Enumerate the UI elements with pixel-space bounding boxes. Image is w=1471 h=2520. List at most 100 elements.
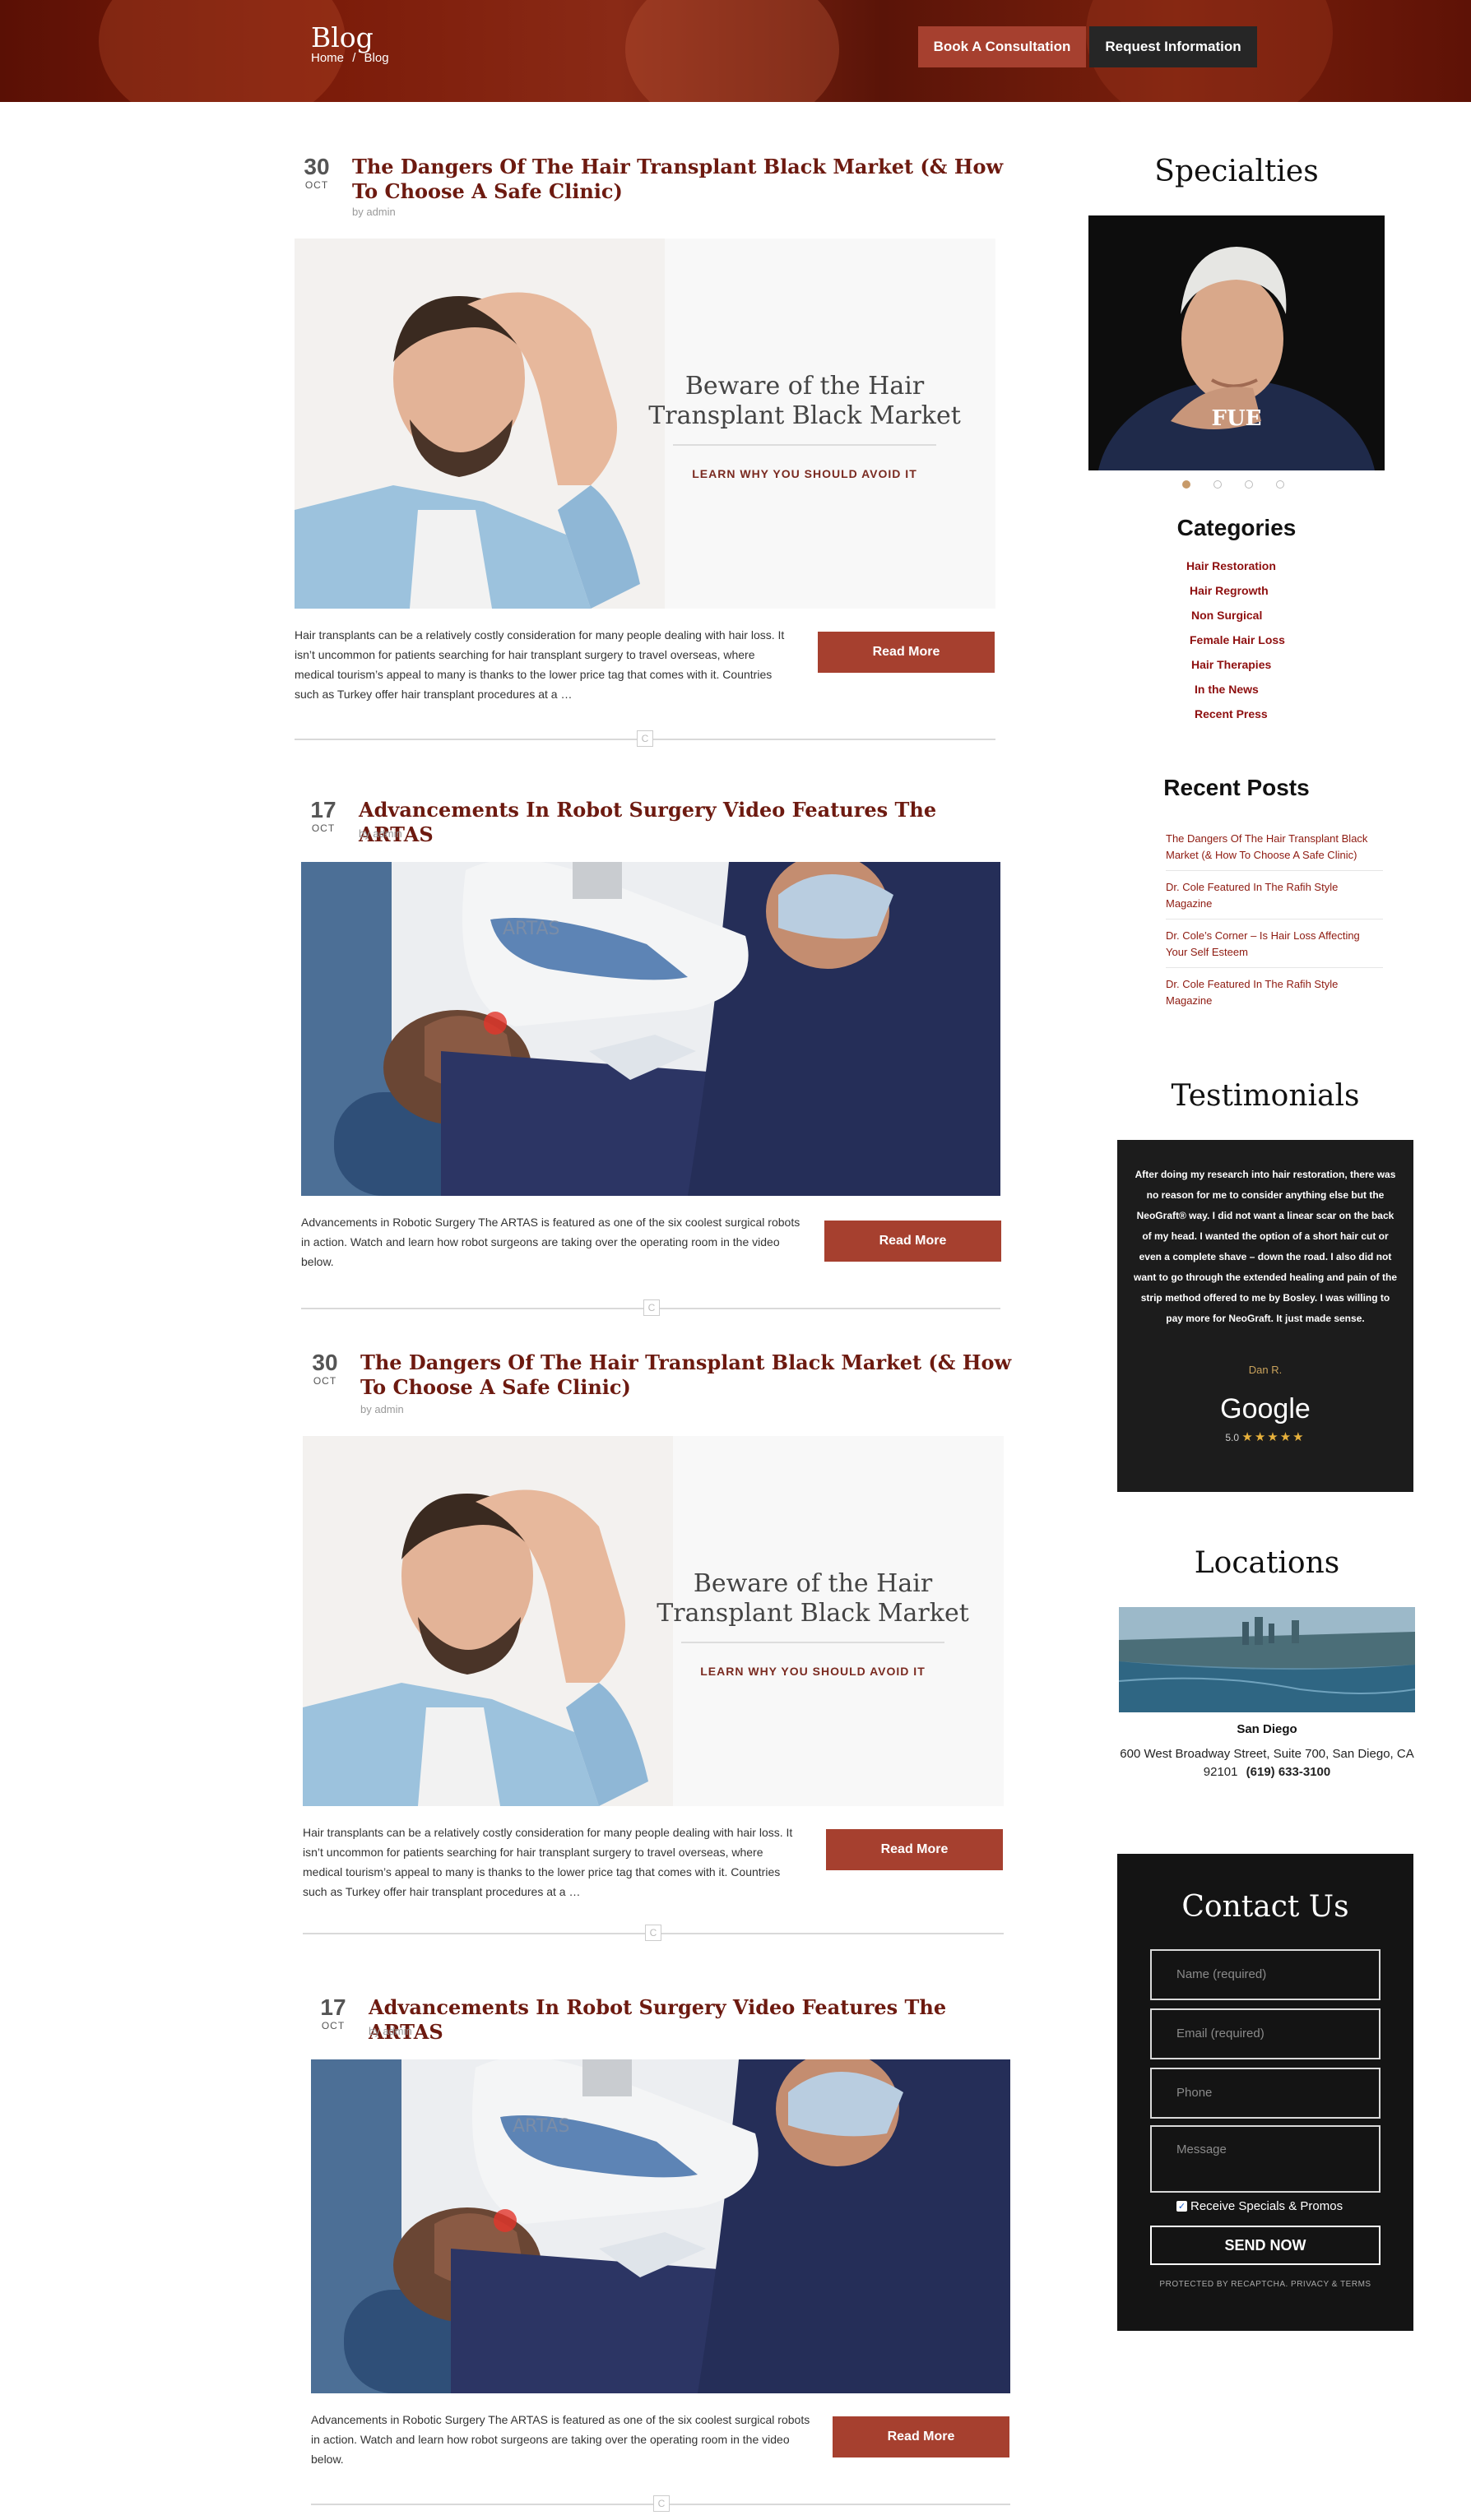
post-title-link[interactable]: The Dangers Of The Hair Transplant Black… [360, 1350, 1019, 1400]
man-touching-hair-illustration [303, 1436, 673, 1806]
artas-brand-label: ARTAS [503, 919, 559, 939]
post-featured-image[interactable]: Beware of the Hair Transplant Black Mark… [295, 239, 995, 609]
category-link[interactable]: In the News [1195, 683, 1382, 707]
read-more-button[interactable]: Read More [824, 1221, 1001, 1262]
post-featured-image[interactable]: Beware of the Hair Transplant Black Mark… [303, 1436, 1004, 1806]
image-divider [673, 444, 936, 446]
google-logo: Google [1220, 1393, 1311, 1424]
post-byline: by admin [369, 2025, 412, 2037]
checkbox-checked-icon[interactable]: ✓ [1176, 2201, 1187, 2212]
testimonial-card[interactable]: After doing my research into hair restor… [1117, 1140, 1413, 1492]
category-link[interactable]: Non Surgical [1191, 609, 1382, 633]
contact-heading: Contact Us [1181, 1890, 1349, 1924]
post-date-day: 17 [310, 797, 336, 822]
name-field[interactable]: Name (required) [1150, 1949, 1381, 2000]
testimonials-heading: Testimonials [1171, 1079, 1360, 1113]
breadcrumb-home-link[interactable]: Home [311, 51, 344, 65]
san-diego-skyline-photo[interactable] [1119, 1607, 1415, 1712]
blog-post: 17 OCT Advancements In Robot Surgery Vid… [301, 798, 1025, 1324]
divider-logo-icon: C [637, 730, 653, 747]
post-title-link[interactable]: The Dangers Of The Hair Transplant Black… [352, 155, 1010, 204]
breadcrumb: Home / Blog [311, 51, 394, 65]
divider-logo-icon: C [653, 2495, 670, 2512]
category-link[interactable]: Hair Regrowth [1190, 584, 1382, 609]
recaptcha-notice: PROTECTED BY RECAPTCHA. PRIVACY & TERMS [1159, 2280, 1371, 2289]
post-title-link[interactable]: Advancements In Robot Surgery Video Feat… [359, 798, 1017, 847]
breadcrumb-separator: / [352, 51, 356, 65]
specials-checkbox-row[interactable]: ✓ Receive Specials & Promos [1176, 2199, 1343, 2213]
artas-robot-surgery-photo: ARTAS [311, 2059, 1010, 2393]
image-headline: Beware of the Hair Transplant Black Mark… [648, 372, 961, 430]
contact-form-panel: Contact Us Name (required) Email (requir… [1117, 1854, 1413, 2331]
post-byline: by admin [360, 1403, 404, 1415]
post-excerpt: Advancements in Robotic Surgery The ARTA… [311, 2413, 810, 2466]
request-information-button[interactable]: Request Information [1089, 26, 1257, 67]
artas-robot-surgery-photo: ARTAS [301, 862, 1000, 1196]
slider-dot[interactable] [1213, 480, 1222, 489]
slider-pagination [1182, 480, 1284, 489]
slider-dot-active[interactable] [1182, 480, 1190, 489]
specialties-heading: Specialties [1154, 155, 1319, 188]
book-consultation-button[interactable]: Book A Consultation [918, 26, 1086, 67]
post-date-month: OCT [304, 179, 329, 191]
page-title: Blog [311, 21, 374, 53]
location-phone-link[interactable]: (619) 633-3100 [1246, 1765, 1331, 1779]
send-now-button[interactable]: SEND NOW [1150, 2226, 1381, 2265]
google-rating: 5.0 ★★★★★ [1117, 1429, 1413, 1444]
divider-logo-icon: C [643, 1299, 660, 1316]
category-link[interactable]: Hair Restoration [1186, 559, 1382, 584]
image-cta: LEARN WHY YOU SHOULD AVOID IT [700, 1665, 926, 1678]
read-more-button[interactable]: Read More [833, 2416, 1009, 2457]
post-date: 30 OCT [295, 154, 339, 192]
post-date-month: OCT [313, 1375, 337, 1387]
image-divider [681, 1642, 944, 1643]
man-touching-hair-illustration [295, 239, 665, 609]
location-address: 600 West Broadway Street, Suite 700, San… [1119, 1745, 1415, 1781]
post-date-day: 30 [312, 1350, 338, 1375]
message-field[interactable]: Message [1150, 2125, 1381, 2193]
category-link[interactable]: Recent Press [1195, 707, 1382, 732]
read-more-button[interactable]: Read More [818, 632, 995, 673]
blog-post: 17 OCT Advancements In Robot Surgery Vid… [311, 1995, 1035, 2518]
specialty-portrait-photo [1088, 215, 1385, 470]
specialties-slider[interactable]: FUE [1088, 215, 1385, 470]
testimonial-quote: After doing my research into hair restor… [1134, 1169, 1397, 1324]
post-date-day: 17 [320, 1994, 346, 2020]
page-header-banner: Blog Home / Blog Book A Consultation Req… [0, 0, 1471, 102]
recent-post-link[interactable]: Dr. Cole’s Corner – Is Hair Loss Affecti… [1166, 924, 1383, 968]
rating-value: 5.0 [1225, 1432, 1240, 1443]
category-link[interactable]: Female Hair Loss [1190, 633, 1382, 658]
post-byline: by admin [352, 206, 396, 218]
categories-heading: Categories [1176, 515, 1297, 540]
post-byline: by admin [359, 827, 402, 840]
checkbox-label: Receive Specials & Promos [1190, 2199, 1343, 2213]
image-cta: LEARN WHY YOU SHOULD AVOID IT [692, 467, 917, 480]
post-date-month: OCT [311, 822, 336, 834]
image-headline: Beware of the Hair Transplant Black Mark… [657, 1569, 969, 1628]
testimonial-author: Dan R. [1248, 1364, 1283, 1376]
slider-dot[interactable] [1276, 480, 1284, 489]
breadcrumb-current: Blog [364, 51, 389, 65]
categories-list: Hair Restoration Hair Regrowth Non Surgi… [1185, 559, 1382, 732]
post-title-link[interactable]: Advancements In Robot Surgery Video Feat… [369, 1995, 1027, 2045]
post-date: 17 OCT [301, 797, 346, 835]
phone-field[interactable]: Phone [1150, 2068, 1381, 2119]
post-date-day: 30 [304, 154, 330, 179]
post-excerpt: Hair transplants can be a relatively cos… [303, 1826, 793, 1898]
recent-posts-list: The Dangers Of The Hair Transplant Black… [1166, 827, 1383, 1021]
post-date: 30 OCT [303, 1350, 347, 1387]
post-excerpt: Hair transplants can be a relatively cos… [295, 628, 785, 701]
category-link[interactable]: Hair Therapies [1191, 658, 1382, 683]
recent-post-link[interactable]: The Dangers Of The Hair Transplant Black… [1166, 827, 1383, 871]
post-excerpt: Advancements in Robotic Surgery The ARTA… [301, 1216, 800, 1268]
blog-post: 30 OCT The Dangers Of The Hair Transplan… [303, 1350, 1027, 1943]
read-more-button[interactable]: Read More [826, 1829, 1003, 1870]
post-featured-image[interactable]: ARTAS [301, 862, 1000, 1196]
recent-post-link[interactable]: Dr. Cole Featured In The Rafih Style Mag… [1166, 876, 1383, 920]
email-field[interactable]: Email (required) [1150, 2008, 1381, 2059]
post-featured-image[interactable]: ARTAS [311, 2059, 1010, 2393]
locations-heading: Locations [1194, 1546, 1340, 1580]
recent-post-link[interactable]: Dr. Cole Featured In The Rafih Style Mag… [1166, 973, 1383, 1016]
blog-post: 30 OCT The Dangers Of The Hair Transplan… [295, 155, 1019, 747]
slider-dot[interactable] [1245, 480, 1253, 489]
